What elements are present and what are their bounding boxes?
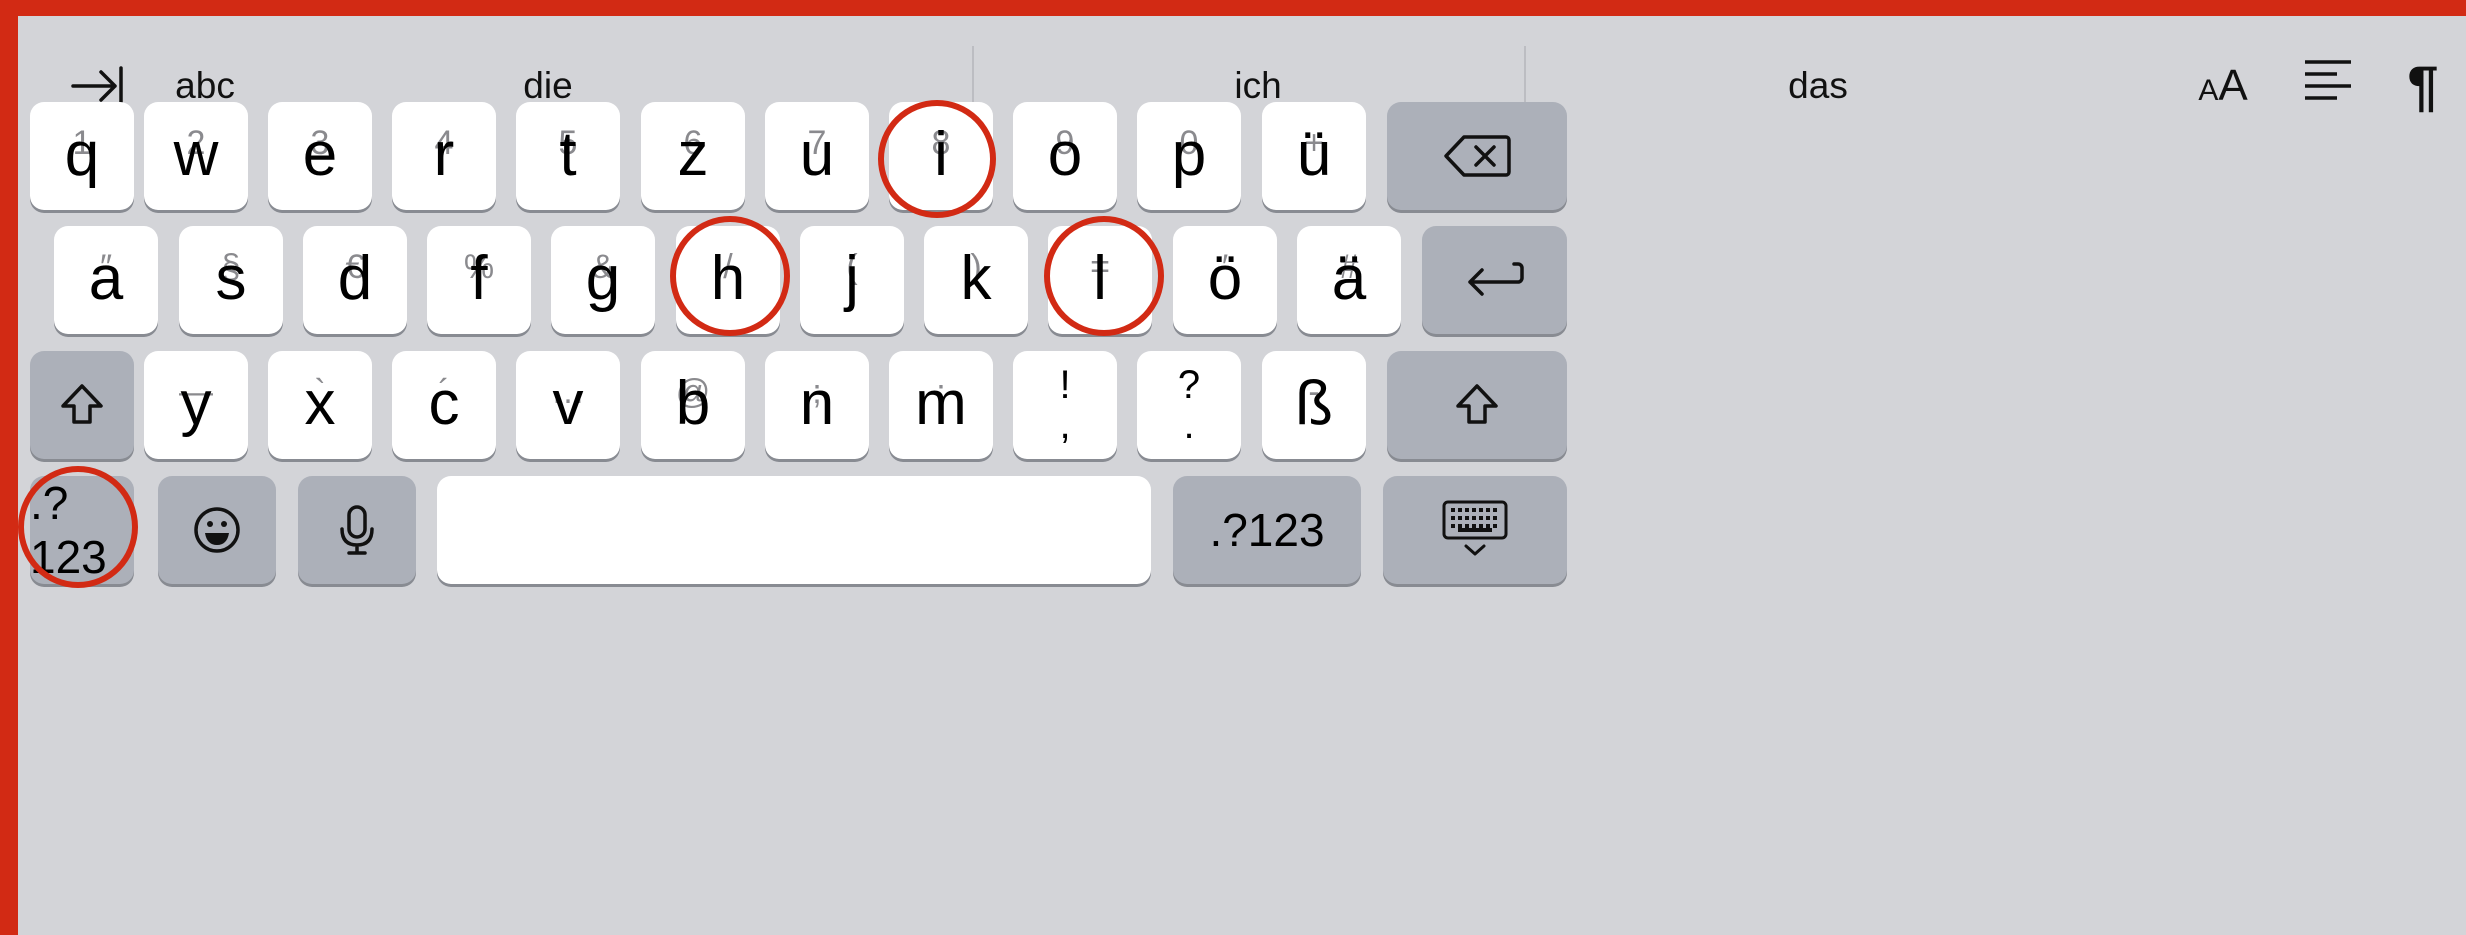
key-n[interactable]: ; n: [765, 351, 869, 459]
key-label: w: [173, 120, 219, 189]
key-m[interactable]: :m: [889, 351, 993, 459]
key-o[interactable]: 9o: [1013, 102, 1117, 210]
suggestion-das[interactable]: das: [1618, 64, 2018, 108]
numbers-key-label: .?123: [1209, 504, 1325, 556]
key-e[interactable]: 3e: [268, 102, 372, 210]
key-w[interactable]: 2w: [144, 102, 248, 210]
key-label: k: [960, 244, 992, 313]
key-label: c: [428, 369, 460, 438]
key-label: n: [799, 369, 835, 438]
text-size-icon[interactable]: AAAA: [2178, 56, 2268, 116]
shift-icon: [30, 351, 134, 459]
key-label: ü: [1296, 120, 1332, 189]
key-h[interactable]: / h: [676, 226, 780, 334]
key-label: ä: [1331, 244, 1367, 313]
key-label: b: [675, 369, 711, 438]
key-i[interactable]: 8i: [889, 102, 993, 210]
key-label: j: [845, 244, 859, 313]
key-label: v: [552, 369, 584, 438]
emoji-key[interactable]: [158, 476, 276, 584]
key-l[interactable]: = l: [1048, 226, 1152, 334]
key-t[interactable]: 5t: [516, 102, 620, 210]
key-label: p: [1171, 120, 1207, 189]
key-k[interactable]: ) k: [924, 226, 1028, 334]
key-label: z: [677, 120, 709, 189]
key-p[interactable]: 0p: [1137, 102, 1241, 210]
key-s[interactable]: § s: [179, 226, 283, 334]
numbers-key-label: .?123: [30, 477, 107, 583]
key-bottom-label: ,: [1059, 403, 1071, 447]
key-eszett[interactable]: -ß: [1262, 351, 1366, 459]
key-r[interactable]: 4r: [392, 102, 496, 210]
key-a[interactable]: ″ a: [54, 226, 158, 334]
key-label: f: [470, 244, 488, 313]
key-stacked-label: ?.: [1137, 351, 1241, 459]
key-top-label: !: [1059, 363, 1071, 407]
key-b[interactable]: @ b: [641, 351, 745, 459]
key-question-period[interactable]: ?.: [1137, 351, 1241, 459]
key-label: r: [433, 120, 455, 189]
key-label: l: [1093, 244, 1107, 313]
key-o-umlaut[interactable]: ′ ö: [1173, 226, 1277, 334]
backspace-key[interactable]: [1387, 102, 1567, 210]
key-label: o: [1047, 120, 1083, 189]
keyboard-screenshot-frame: abc die ich das AAAA ¶ 1q 2w 3e 4r 5t 6z…: [0, 0, 2466, 935]
key-label: i: [934, 120, 948, 189]
key-label: a: [88, 244, 124, 313]
key-exclamation-comma[interactable]: !,: [1013, 351, 1117, 459]
space-bar[interactable]: [437, 476, 1151, 584]
key-label: ö: [1207, 244, 1243, 313]
key-label: m: [915, 369, 967, 438]
key-top-label: ?: [1177, 363, 1201, 407]
key-label: h: [710, 244, 746, 313]
emoji-icon: [158, 476, 276, 584]
hide-keyboard-key[interactable]: [1383, 476, 1567, 584]
key-v[interactable]: … v: [516, 351, 620, 459]
key-a-umlaut[interactable]: # ä: [1297, 226, 1401, 334]
key-label: e: [302, 120, 338, 189]
key-label: y: [180, 369, 212, 438]
key-label: s: [215, 244, 247, 313]
microphone-icon: [298, 476, 416, 584]
numbers-key-right[interactable]: .?123: [1173, 476, 1361, 584]
key-bottom-label: .: [1183, 403, 1195, 447]
space-label: [437, 476, 1151, 584]
paragraph-icon[interactable]: ¶: [2388, 56, 2458, 116]
key-f[interactable]: % f: [427, 226, 531, 334]
return-key[interactable]: [1422, 226, 1567, 334]
key-c[interactable]: ´ c: [392, 351, 496, 459]
key-u-umlaut[interactable]: + ü: [1262, 102, 1366, 210]
numbers-key-left[interactable]: .?123: [30, 476, 134, 584]
key-j[interactable]: (j: [800, 226, 904, 334]
key-u[interactable]: 7u: [765, 102, 869, 210]
key-label: g: [585, 244, 621, 313]
suggestion-bar: abc die ich das AAAA ¶: [18, 16, 2466, 156]
shift-key-right[interactable]: [1387, 351, 1567, 459]
text-align-icon[interactable]: [2288, 56, 2368, 116]
dictation-key[interactable]: [298, 476, 416, 584]
key-g[interactable]: & g: [551, 226, 655, 334]
shift-key-left[interactable]: [30, 351, 134, 459]
key-q[interactable]: 1q: [30, 102, 134, 210]
key-label: d: [337, 244, 373, 313]
key-stacked-label: !,: [1013, 351, 1117, 459]
key-label: x: [304, 369, 336, 438]
key-d[interactable]: € d: [303, 226, 407, 334]
key-label: ß: [1295, 369, 1333, 438]
return-icon: [1422, 226, 1567, 334]
key-label: q: [64, 120, 100, 189]
key-label: t: [559, 120, 577, 189]
key-z[interactable]: 6z: [641, 102, 745, 210]
shift-icon: [1387, 351, 1567, 459]
key-x[interactable]: ` x: [268, 351, 372, 459]
key-y[interactable]: — y: [144, 351, 248, 459]
backspace-icon: [1387, 102, 1567, 210]
hide-keyboard-icon: [1383, 476, 1567, 584]
key-label: u: [799, 120, 835, 189]
